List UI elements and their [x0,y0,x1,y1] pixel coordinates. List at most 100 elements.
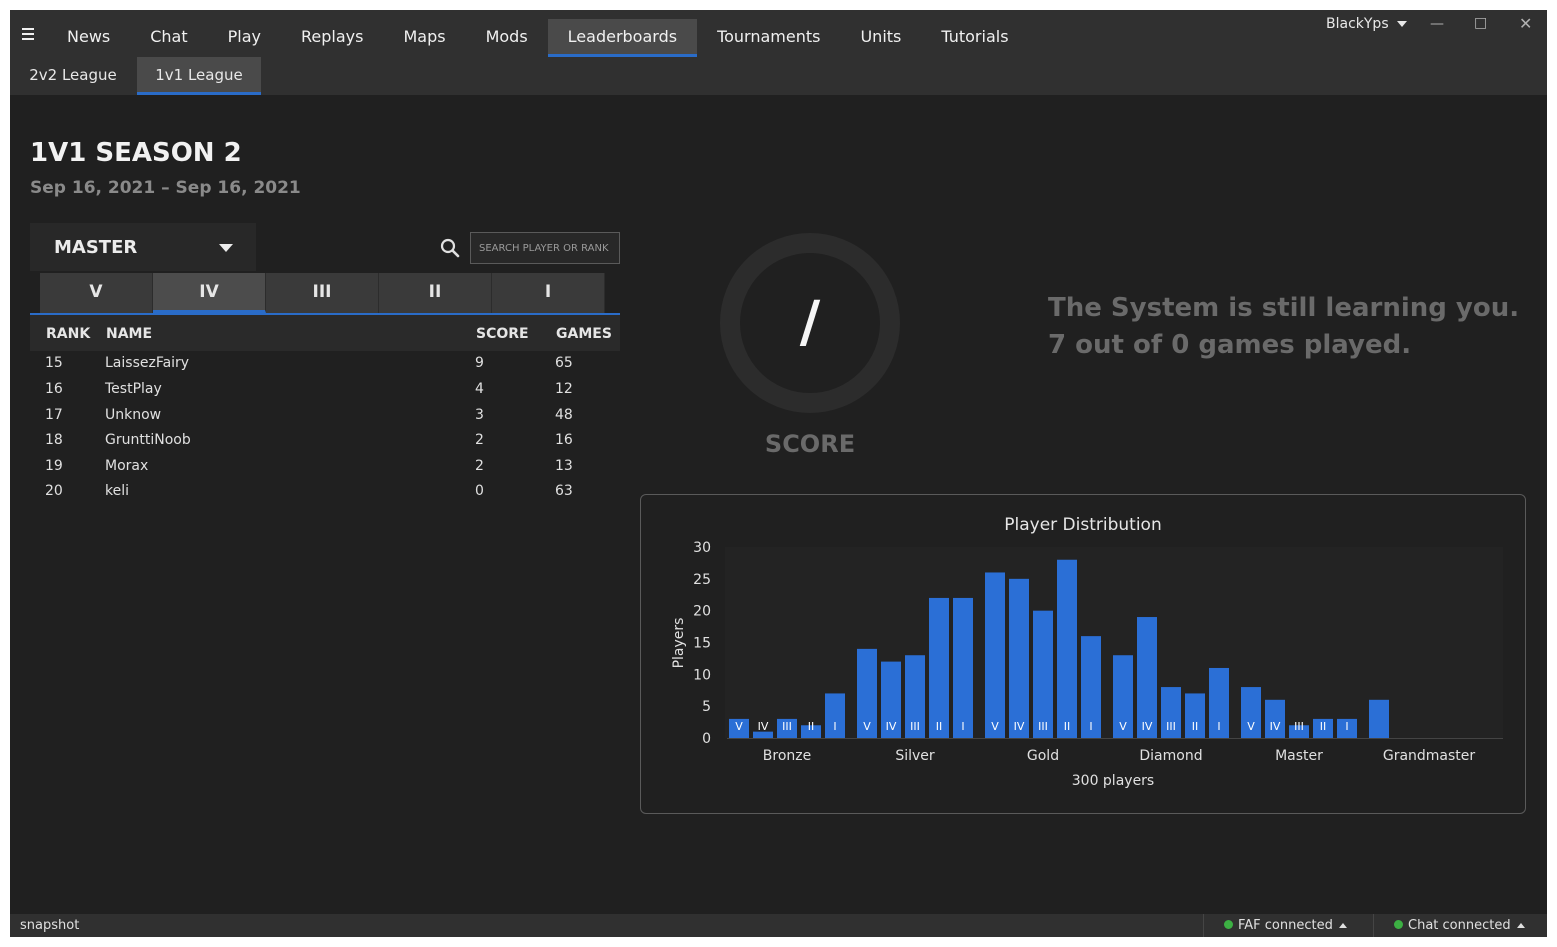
rank-cell: 20 [45,483,63,499]
y-tick-label: 30 [693,540,711,556]
y-tick-label: 20 [693,604,711,620]
bar-division-label: V [1119,720,1127,733]
league-select[interactable]: MASTER [30,223,256,271]
x-tick-label: Silver [895,748,935,764]
user-menu[interactable]: BlackYps [1326,16,1407,32]
chart-bar [953,597,973,738]
division-tabs: V IV III II I [40,273,605,313]
search-icon[interactable] [440,238,460,258]
x-tick-label: Diamond [1139,748,1202,764]
chart-x-axis-label: 300 players [1072,773,1154,789]
chevron-up-icon [1338,923,1347,928]
chart-bar [1009,578,1029,738]
name-cell: LaissezFairy [105,355,190,371]
column-rank[interactable]: RANK [46,326,90,342]
score-cell: 9 [475,355,484,371]
x-tick-label: Bronze [763,748,811,764]
chat-status-label: Chat connected [1408,918,1511,933]
close-icon[interactable]: ✕ [1519,14,1532,33]
table-row[interactable]: 19 Morax 2 13 [30,455,620,480]
tab-maps[interactable]: Maps [383,19,465,57]
bar-division-label: V [735,720,743,733]
tab-tournaments[interactable]: Tournaments [697,19,840,57]
top-nav-bar: News Chat Play Replays Maps Mods Leaderb… [10,10,1547,57]
rank-cell: 17 [45,407,63,423]
score-cell: 0 [475,483,484,499]
bar-division-label: I [961,720,964,733]
minimize-icon[interactable]: — [1430,16,1444,32]
name-cell: keli [105,483,130,499]
table-row[interactable]: 16 TestPlay 4 12 [30,378,620,403]
tab-news[interactable]: News [47,19,130,57]
rank-cell: 18 [45,432,63,448]
column-games[interactable]: GAMES [556,326,612,342]
season-dates: Sep 16, 2021 – Sep 16, 2021 [30,178,301,198]
chart-bar [1057,559,1077,738]
table-row[interactable]: 17 Unknow 3 48 [30,404,620,429]
bar-division-label: I [1089,720,1092,733]
tab-units[interactable]: Units [840,19,921,57]
score-cell: 4 [475,381,484,397]
column-score[interactable]: SCORE [476,326,529,342]
rank-cell: 15 [45,355,63,371]
user-name: BlackYps [1326,16,1389,32]
tab-replays[interactable]: Replays [281,19,383,57]
hamburger-menu-icon[interactable] [22,28,34,40]
status-bar: snapshot FAF connected Chat connected [10,914,1547,937]
y-tick-label: 0 [702,731,711,747]
y-tick-label: 5 [702,699,711,715]
column-name[interactable]: NAME [106,326,152,342]
bar-division-label: I [1345,720,1348,733]
division-tab-iv[interactable]: IV [153,273,266,313]
name-cell: TestPlay [105,381,162,397]
search-input[interactable] [470,232,620,264]
tab-tutorials[interactable]: Tutorials [921,19,1028,57]
season-title: 1V1 SEASON 2 [30,138,242,168]
main-tabs: News Chat Play Replays Maps Mods Leaderb… [47,19,1029,57]
name-cell: Morax [105,458,149,474]
games-cell: 16 [555,432,573,448]
bar-division-label: V [863,720,871,733]
tab-play[interactable]: Play [208,19,281,57]
faf-connection-status[interactable]: FAF connected [1203,914,1373,937]
bar-division-label: V [1247,720,1255,733]
division-tab-ii[interactable]: II [379,273,492,313]
score-label: SCORE [764,430,856,458]
tab-1v1-league[interactable]: 1v1 League [137,57,261,95]
division-tab-v[interactable]: V [40,273,153,313]
tab-leaderboards[interactable]: Leaderboards [547,19,698,57]
tab-2v2-league[interactable]: 2v2 League [10,57,136,95]
rank-cell: 16 [45,381,63,397]
table-row[interactable]: 20 keli 0 63 [30,480,620,505]
table-row[interactable]: 15 LaissezFairy 9 65 [30,352,620,377]
chart-bar [985,572,1005,738]
bar-division-label: IV [1142,720,1153,733]
bar-division-label: III [1166,720,1176,733]
y-tick-label: 15 [693,636,711,652]
bar-division-label: III [1038,720,1048,733]
bar-division-label: II [1064,720,1071,733]
tab-chat[interactable]: Chat [130,19,207,57]
maximize-icon[interactable]: □ [1474,15,1487,31]
chat-connection-status[interactable]: Chat connected [1373,914,1547,937]
table-row[interactable]: 18 GrunttiNoob 2 16 [30,429,620,454]
games-cell: 63 [555,483,573,499]
chart-y-axis-label: Players [671,618,687,669]
learning-message: The System is still learning you. [1048,293,1520,323]
faf-status-label: FAF connected [1238,918,1333,933]
dropdown-arrow-icon [219,244,233,252]
x-tick-label: Grandmaster [1383,748,1476,764]
score-cell: 2 [475,432,484,448]
status-text: snapshot [20,918,80,933]
name-cell: GrunttiNoob [105,432,191,448]
chart-title: Player Distribution [1004,515,1161,535]
tab-mods[interactable]: Mods [466,19,548,57]
player-distribution-panel: Player Distribution Players 300 players … [640,494,1526,814]
leaderboard-sub-tabs: 2v2 League 1v1 League [10,57,1547,95]
division-tab-iii[interactable]: III [266,273,379,313]
games-cell: 13 [555,458,573,474]
division-tab-i[interactable]: I [492,273,605,313]
y-tick-label: 25 [693,572,711,588]
app-window: News Chat Play Replays Maps Mods Leaderb… [10,10,1547,937]
bar-division-label: II [936,720,943,733]
